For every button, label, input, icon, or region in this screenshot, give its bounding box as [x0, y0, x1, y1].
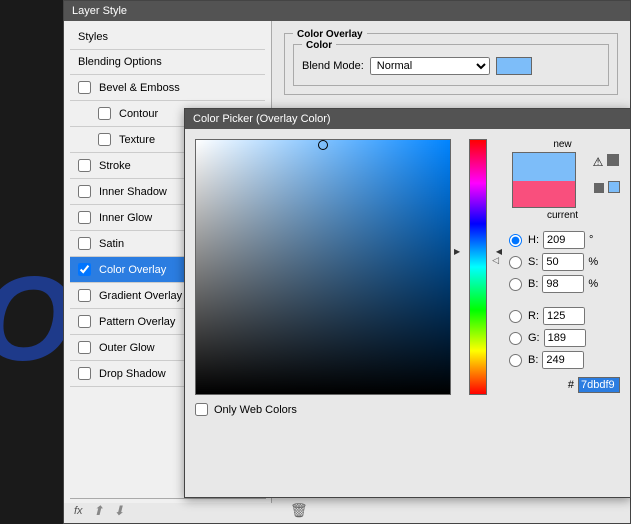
red-radio[interactable] — [509, 310, 522, 323]
gamut-warning-icon[interactable]: ⚠ — [593, 155, 604, 169]
effect-label: Color Overlay — [99, 264, 166, 276]
effect-label: Gradient Overlay — [99, 290, 182, 302]
blend-mode-select[interactable]: Normal — [370, 57, 490, 75]
sidebar-footer: fx ⬆ ⬇ — [70, 498, 266, 523]
only-web-colors-label: Only Web Colors — [214, 404, 297, 416]
effect-checkbox[interactable] — [78, 315, 91, 328]
hex-input[interactable] — [578, 377, 620, 393]
hue-label: H: — [528, 234, 539, 246]
effect-label: Pattern Overlay — [99, 316, 175, 328]
only-web-colors-checkbox[interactable] — [195, 403, 208, 416]
effect-label: Drop Shadow — [99, 368, 166, 380]
trash-icon[interactable]: 🗑 — [290, 502, 308, 519]
effect-checkbox[interactable] — [78, 289, 91, 302]
sat-input[interactable] — [542, 253, 584, 271]
effect-checkbox[interactable] — [98, 133, 111, 146]
window-title: Layer Style — [72, 5, 127, 17]
hue-slider[interactable] — [469, 139, 487, 395]
effect-checkbox[interactable] — [78, 263, 91, 276]
effect-checkbox[interactable] — [78, 81, 91, 94]
effect-label: Blending Options — [78, 56, 162, 68]
websafe-warning-icon[interactable] — [594, 183, 604, 193]
hue-hint-icon: ◁ — [492, 255, 499, 266]
hue-input[interactable] — [543, 231, 585, 249]
effect-label: Contour — [119, 108, 158, 120]
new-current-swatch[interactable] — [512, 152, 576, 208]
effect-label: Outer Glow — [99, 342, 155, 354]
effect-label: Bevel & Emboss — [99, 82, 180, 94]
group-title: Color Overlay — [293, 29, 367, 40]
saturation-value-area[interactable] — [195, 139, 451, 395]
overlay-color-swatch[interactable] — [496, 57, 532, 75]
effect-checkbox[interactable] — [78, 159, 91, 172]
effect-item-blending-options[interactable]: Blending Options — [70, 50, 265, 75]
current-label: current — [505, 210, 620, 221]
blue-input[interactable] — [542, 351, 584, 369]
effect-label: Inner Glow — [99, 212, 152, 224]
effect-checkbox[interactable] — [78, 367, 91, 380]
effect-label: Stroke — [99, 160, 131, 172]
green-label: G: — [528, 332, 540, 344]
new-label: new — [505, 139, 620, 150]
color-picker-title: Color Picker (Overlay Color) — [193, 113, 331, 125]
effect-checkbox[interactable] — [98, 107, 111, 120]
color-subtitle: Color — [302, 40, 336, 51]
blue-radio[interactable] — [509, 354, 522, 367]
gamut-swatch[interactable] — [607, 154, 619, 166]
color-picker-window: Color Picker (Overlay Color) Only Web Co… — [184, 108, 631, 498]
effect-checkbox[interactable] — [78, 185, 91, 198]
blue-label: B: — [528, 354, 538, 366]
blend-mode-label: Blend Mode: — [302, 60, 364, 72]
color-value-fields: H: ° S:% B:% R: G: B: # — [505, 231, 620, 393]
fx-menu[interactable]: fx — [74, 505, 83, 517]
hue-unit: ° — [589, 234, 603, 246]
move-up-icon[interactable]: ⬆ — [93, 503, 104, 519]
effect-item-styles[interactable]: Styles — [70, 25, 265, 50]
green-radio[interactable] — [509, 332, 522, 345]
effect-item-bevel-emboss[interactable]: Bevel & Emboss — [70, 75, 265, 101]
effect-label: Texture — [119, 134, 155, 146]
effect-checkbox[interactable] — [78, 237, 91, 250]
sv-marker — [318, 140, 328, 150]
sat-unit: % — [588, 256, 602, 268]
hex-label: # — [568, 379, 574, 391]
effect-checkbox[interactable] — [78, 341, 91, 354]
red-input[interactable] — [543, 307, 585, 325]
websafe-swatch[interactable] — [608, 181, 620, 193]
color-picker-titlebar[interactable]: Color Picker (Overlay Color) — [185, 109, 630, 129]
color-overlay-group: Color Overlay Color Blend Mode: Normal — [284, 33, 618, 95]
green-input[interactable] — [544, 329, 586, 347]
effect-label: Satin — [99, 238, 124, 250]
bri-radio[interactable] — [509, 278, 522, 291]
hue-radio[interactable] — [509, 234, 522, 247]
bri-input[interactable] — [542, 275, 584, 293]
effect-label: Styles — [78, 31, 108, 43]
move-down-icon[interactable]: ⬇ — [113, 503, 124, 519]
bri-label: B: — [528, 278, 538, 290]
effect-label: Inner Shadow — [99, 186, 167, 198]
sat-label: S: — [528, 256, 538, 268]
sat-radio[interactable] — [509, 256, 522, 269]
bri-unit: % — [588, 278, 602, 290]
red-label: R: — [528, 310, 539, 322]
layer-style-titlebar[interactable]: Layer Style — [64, 1, 630, 21]
effect-checkbox[interactable] — [78, 211, 91, 224]
